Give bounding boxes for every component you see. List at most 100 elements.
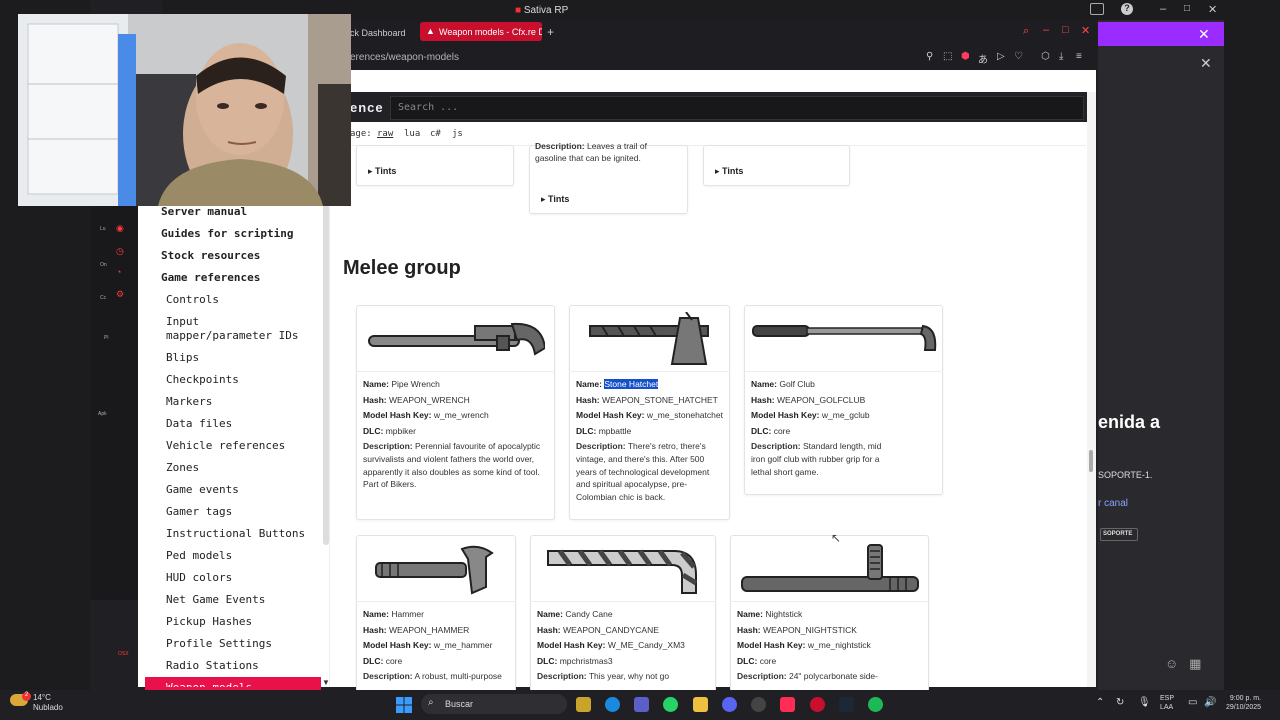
address-url[interactable]: erences/weapon-models <box>350 52 459 63</box>
app-profile-icon[interactable] <box>1090 3 1104 15</box>
weapon-model-hash-key-value: w_me_gclub <box>821 410 870 420</box>
new-tab-button[interactable]: + <box>547 25 554 39</box>
sidebar-item-game-events[interactable]: Game events <box>166 483 239 497</box>
shield-icon[interactable]: ⬢ <box>961 51 970 62</box>
sidebar-scrollbar[interactable] <box>323 205 329 545</box>
sidebar-item-instructional-buttons[interactable]: Instructional Buttons <box>166 527 305 541</box>
steam-icon[interactable] <box>839 697 854 712</box>
sidebar-item-vehicle-references[interactable]: Vehicle references <box>166 439 285 453</box>
microphone-icon[interactable]: 🎙 <box>1138 697 1151 708</box>
sidebar-item-zones[interactable]: Zones <box>166 461 199 475</box>
discord-icon[interactable] <box>722 697 737 712</box>
lang-raw[interactable]: raw <box>377 129 393 139</box>
tab-dashboard[interactable]: ick Dashboard <box>348 24 418 42</box>
tray-app-icon[interactable]: ↻ <box>1116 697 1124 708</box>
weapon-description-label: Description: <box>751 441 801 451</box>
tray-chevron-icon[interactable]: ⌃ <box>1096 697 1104 708</box>
sidebar-item-pickup-hashes[interactable]: Pickup Hashes <box>166 615 252 629</box>
whatsapp-icon[interactable] <box>663 697 678 712</box>
right-panel-canal-link[interactable]: r canal <box>1098 498 1128 509</box>
weapon-name-row: Name: Golf Club <box>751 377 815 393</box>
tints-label-2: Tints <box>548 194 570 204</box>
weapon-hash-value: WEAPON_GOLFCLUB <box>777 394 866 405</box>
sidebar-item-hud-colors[interactable]: HUD colors <box>166 571 232 585</box>
search-placeholder: Search ... <box>398 102 459 113</box>
weapon-dlc-value: mpchristmas3 <box>559 655 613 666</box>
sidebar-item-radio-stations[interactable]: Radio Stations <box>166 659 259 673</box>
sidebar-item-markers[interactable]: Markers <box>166 395 212 409</box>
tab-weapon-models[interactable]: Weapon models - Cfx.re D <box>420 22 542 41</box>
sidebar-item-game-references[interactable]: Game references <box>161 271 260 285</box>
tints-toggle-1[interactable]: ▸ Tints <box>368 166 396 177</box>
opera-icon[interactable] <box>810 697 825 712</box>
taskbar-search-icon: ⌕ <box>428 697 434 708</box>
edge-icon[interactable] <box>605 697 620 712</box>
obs-icon[interactable] <box>751 697 766 712</box>
lang-lua[interactable]: lua <box>404 129 420 139</box>
bookmark-icon[interactable]: ⚲ <box>926 51 933 62</box>
weapon-name-value: Hammer <box>391 609 424 619</box>
weapon-dlc-row: DLC: mpbattle <box>576 424 631 440</box>
translate-icon[interactable]: あ <box>978 51 988 66</box>
teams-icon[interactable] <box>634 697 649 712</box>
download-icon[interactable]: ⤓ <box>1059 51 1063 62</box>
extensions-icon[interactable]: ⬡ <box>1041 51 1050 62</box>
sidebar-item-checkpoints[interactable]: Checkpoints <box>166 373 239 387</box>
close-window-icon[interactable]: ✕ <box>1208 3 1217 16</box>
sidebar-item-stock-resources[interactable]: Stock resources <box>161 249 260 263</box>
sidebar-item-input-mapper-parameter-ids[interactable]: Input mapper/parameter IDs <box>166 315 298 343</box>
tiktok-icon[interactable] <box>780 697 795 712</box>
lang-csharp[interactable]: c# <box>430 129 441 139</box>
strip-red-icon-1[interactable]: ◉ <box>116 223 124 234</box>
main-scrollbar[interactable] <box>1087 92 1096 687</box>
right-panel-close-icon[interactable]: ✕ <box>1198 26 1210 43</box>
sidebar-item-data-files[interactable]: Data files <box>166 417 232 431</box>
play-icon[interactable]: ▷ <box>997 51 1005 62</box>
taskbar-search[interactable]: Buscar <box>421 694 567 714</box>
widgets-icon[interactable] <box>576 697 591 712</box>
weather-widget[interactable]: 14°C Nublado <box>33 693 63 713</box>
main-scrollbar-thumb[interactable] <box>1089 450 1093 472</box>
sidebar-item-controls[interactable]: Controls <box>166 293 219 307</box>
weapon-model-hash-key-label: Model Hash Key: <box>537 640 606 650</box>
tab-maximize-icon[interactable]: □ <box>1062 24 1069 36</box>
sidebar-item-profile-settings[interactable]: Profile Settings <box>166 637 272 651</box>
language-indicator[interactable]: ESP LAA <box>1160 694 1174 712</box>
tints-toggle-2[interactable]: ▸ Tints <box>541 194 569 205</box>
site-brand[interactable]: ence <box>350 100 384 115</box>
strip-red-icon-3[interactable]: ◔ <box>116 267 121 277</box>
sidebar-item-weapon-models[interactable]: Weapon models <box>166 681 252 687</box>
search-input[interactable] <box>390 96 1084 120</box>
strip-red-icon-4[interactable]: ⚙ <box>116 289 124 300</box>
strip-red-icon-2[interactable]: ◷ <box>116 246 124 257</box>
tab-minimize-icon[interactable]: – <box>1043 24 1049 36</box>
minimize-icon[interactable]: – <box>1160 3 1166 15</box>
sidebar-scroll-down-icon[interactable]: ▼ <box>322 678 330 687</box>
tab-close-icon[interactable]: ✕ <box>1081 24 1090 37</box>
sidebar-item-net-game-events[interactable]: Net Game Events <box>166 593 265 607</box>
sidebar-item-gamer-tags[interactable]: Gamer tags <box>166 505 232 519</box>
right-panel-bottom-icons[interactable]: ☺ ▦ <box>1165 656 1201 672</box>
search-icon[interactable]: ⌕ <box>1023 25 1029 38</box>
right-panel-close-icon-2[interactable]: ✕ <box>1200 55 1212 72</box>
menu-icon[interactable]: ≡ <box>1076 51 1082 62</box>
right-panel-soporte-button[interactable]: SOPORTE <box>1100 528 1138 541</box>
weapon-model-hash-key-value: w_me_stonehatchet <box>646 410 723 420</box>
lang-js[interactable]: js <box>452 129 463 139</box>
file-explorer-icon[interactable] <box>693 697 708 712</box>
sidebar-item-guides-for-scripting[interactable]: Guides for scripting <box>161 227 293 241</box>
heart-icon[interactable]: ♡ <box>1014 51 1023 62</box>
sidebar-item-ped-models[interactable]: Ped models <box>166 549 232 563</box>
maximize-icon[interactable]: □ <box>1184 3 1190 14</box>
spotify-icon[interactable] <box>868 697 883 712</box>
network-icon[interactable]: ▭ <box>1188 697 1197 708</box>
help-icon[interactable]: ? <box>1121 3 1133 15</box>
weapon-name-label: Name: <box>363 379 389 389</box>
windows-start-icon[interactable] <box>396 697 412 713</box>
sidebar-item-blips[interactable]: Blips <box>166 351 199 365</box>
screenshot-icon[interactable]: ⬚ <box>943 51 952 62</box>
tints-toggle-3[interactable]: ▸ Tints <box>715 166 743 177</box>
sidebar-item-server-manual[interactable]: Server manual <box>161 205 247 219</box>
clock[interactable]: 9:00 p. m. 29/10/2025 <box>1226 694 1261 712</box>
volume-icon[interactable]: 🔊 <box>1204 697 1216 708</box>
